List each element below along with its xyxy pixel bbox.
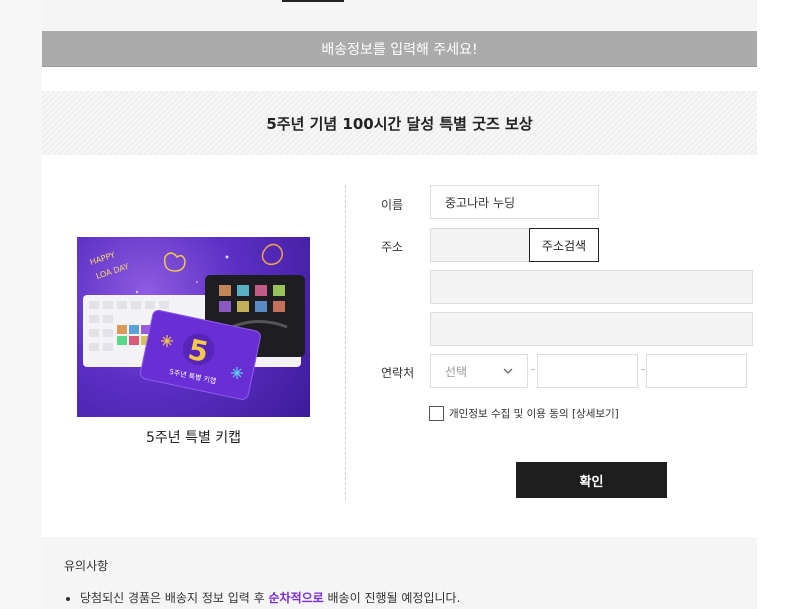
zipcode-input[interactable] (430, 228, 530, 262)
chevron-down-icon (503, 368, 513, 374)
notice-banner: 배송정보를 입력해 주세요! (42, 31, 757, 67)
confirm-button[interactable]: 확인 (516, 462, 667, 498)
left-gutter (0, 0, 42, 609)
vertical-divider (345, 185, 346, 500)
product-illustration: 5 5주년 특별 키캡 HAPPY LOA DAY (83, 243, 305, 400)
contact-label: 연락처 (381, 366, 415, 380)
address-line2-input[interactable] (430, 312, 753, 346)
address-label: 주소 (381, 240, 404, 254)
notice-text-before: 당첨되신 경품은 배송지 정보 입력 후 (80, 591, 269, 605)
address-search-label: 주소검색 (541, 238, 587, 253)
happy-text: HAPPY (89, 250, 116, 267)
phone-dash (531, 369, 535, 370)
address-search-button[interactable]: 주소검색 (529, 228, 599, 262)
notice-text: 당첨되신 경품은 배송지 정보 입력 후 순차적으로 배송이 진행될 예정입니다… (80, 589, 460, 606)
privacy-checkbox[interactable] (429, 406, 444, 421)
page-title: 5주년 기념 100시간 달성 특별 굿즈 보상 (266, 114, 533, 133)
top-strip (42, 0, 757, 31)
address-line1-input[interactable] (430, 270, 753, 304)
product-caption: 5주년 특별 키캡 (145, 430, 242, 446)
phone-prefix-select[interactable]: 선택 (430, 354, 528, 388)
notice-bullet (66, 597, 70, 601)
name-label: 이름 (381, 198, 404, 212)
top-strip-tab (282, 0, 344, 2)
phone-middle-input[interactable] (537, 354, 638, 388)
product-image: 5 5주년 특별 키캡 HAPPY LOA DAY (77, 237, 310, 417)
confirm-button-label: 확인 (579, 474, 604, 490)
phone-last-input[interactable] (646, 354, 747, 388)
title-section: 5주년 기념 100시간 달성 특별 굿즈 보상 (42, 91, 757, 155)
notice-banner-text: 배송정보를 입력해 주세요! (321, 41, 478, 58)
notice-text-highlight: 순차적으로 (268, 591, 324, 605)
phone-dash (641, 369, 645, 370)
loaday-text: LOA DAY (95, 262, 130, 281)
name-input[interactable]: 중고나라 누딩 (430, 185, 599, 219)
notice-title: 유의사항 (64, 559, 109, 573)
phone-prefix-value: 선택 (445, 364, 468, 379)
notice-text-after: 배송이 진행될 예정입니다. (323, 591, 461, 605)
privacy-label[interactable]: 개인정보 수집 및 이용 동의 [상세보기] (449, 406, 619, 421)
name-input-value: 중고나라 누딩 (445, 195, 516, 210)
